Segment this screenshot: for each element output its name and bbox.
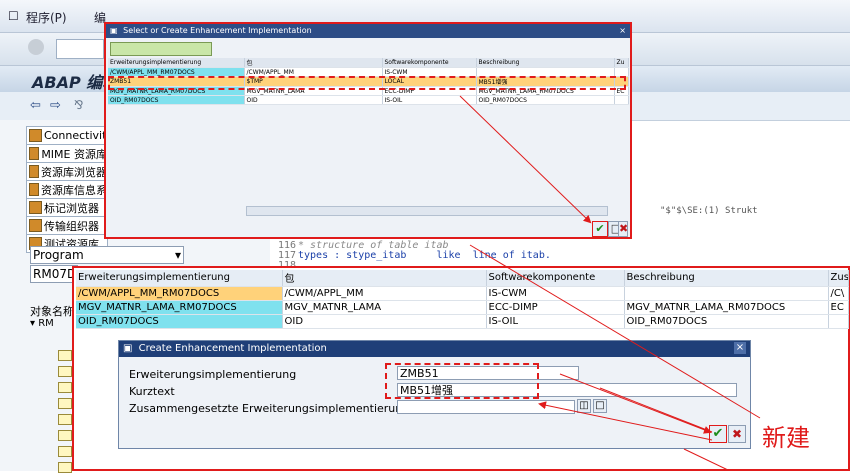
- repository-info-icon: [29, 183, 39, 196]
- column-header[interactable]: Erweiterungsimplementierung: [108, 58, 245, 68]
- folder-icon[interactable]: [58, 366, 72, 377]
- composite-input[interactable]: [397, 400, 575, 414]
- command-field[interactable]: [56, 39, 104, 59]
- tree-root[interactable]: ▾ RM: [30, 318, 54, 329]
- value-help-icon[interactable]: ◫: [577, 399, 591, 413]
- menu-program[interactable]: 程序(P): [26, 9, 67, 26]
- close-icon[interactable]: ×: [619, 24, 626, 38]
- annotation-label: 新建: [762, 424, 810, 452]
- new-document-icon[interactable]: □: [593, 399, 607, 413]
- object-name-input[interactable]: RM07DC: [30, 265, 78, 283]
- nav-repository-info[interactable]: 资源库信息系: [26, 180, 108, 199]
- dialog-icon: ▣: [123, 343, 133, 354]
- highlight-selected-row: [108, 76, 626, 90]
- table-row[interactable]: /CWM/APPL_MM_RM07DOCS /CWM/APPL_MM IS-CW…: [76, 286, 849, 301]
- confirm-button[interactable]: ✔: [592, 221, 608, 237]
- toolbar-icons[interactable]: [110, 42, 212, 56]
- composite-label: Zusammengesetzte Erweiterungsimplementie…: [129, 402, 410, 415]
- select-enhancement-dialog: ▣ Select or Create Enhancement Implement…: [104, 22, 632, 239]
- back-icon[interactable]: ⇦: [30, 98, 41, 113]
- enter-icon[interactable]: [28, 39, 44, 55]
- close-icon[interactable]: ×: [734, 342, 746, 354]
- tag-browser-icon: [29, 201, 42, 214]
- folder-icon[interactable]: [58, 462, 72, 473]
- chevron-down-icon: ▾: [174, 248, 181, 262]
- column-header[interactable]: Beschreibung: [476, 58, 615, 68]
- nav-mime[interactable]: MIME 资源库: [26, 144, 108, 163]
- folder-icon[interactable]: [58, 398, 72, 409]
- column-header[interactable]: Softwarekomponente: [486, 270, 625, 287]
- object-list-label: 对象名称: [30, 305, 74, 318]
- dialog-title: Select or Create Enhancement Implementat…: [123, 26, 312, 35]
- column-header[interactable]: 包: [282, 270, 487, 287]
- column-header[interactable]: 包: [244, 58, 383, 68]
- toggle-icon[interactable]: ⅋: [74, 98, 83, 112]
- column-header[interactable]: Softwarekomponente: [382, 58, 477, 68]
- dialog-icon: ▣: [110, 26, 118, 35]
- nav-tag-browser[interactable]: 标记浏览器: [26, 198, 108, 217]
- nav-transport-organizer[interactable]: 传输组织器: [26, 216, 108, 235]
- dialog-title: Create Enhancement Implementation: [138, 343, 327, 354]
- object-type-select[interactable]: Program ▾: [30, 246, 184, 264]
- table-row[interactable]: OID_RM07DOCS OID IS-OIL OID_RM07DOCS: [108, 95, 629, 105]
- dialog-titlebar: ▣ Select or Create Enhancement Implement…: [106, 24, 630, 38]
- horizontal-scrollbar[interactable]: [246, 206, 608, 216]
- code-line: types : stype_itab like line of itab.: [298, 250, 551, 261]
- table-row[interactable]: OID_RM07DOCS OID IS-OIL OID_RM07DOCS: [76, 314, 849, 329]
- folder-icon[interactable]: [58, 414, 72, 425]
- folder-icon[interactable]: [58, 382, 72, 393]
- column-header[interactable]: Beschreibung: [624, 270, 829, 287]
- short-text-label: Kurztext: [129, 385, 175, 398]
- table-row[interactable]: MGV_MATNR_LAMA_RM07DOCS MGV_MATNR_LAMA E…: [76, 300, 849, 315]
- connectivity-icon: [29, 129, 42, 142]
- enhancement-table: Erweiterungsimplementierung 包 Softwareko…: [76, 270, 849, 329]
- column-header[interactable]: Erweiterungsimplementierung: [76, 270, 283, 287]
- code-comment: "$"$\SE:(1) Strukt: [660, 206, 758, 216]
- nav-repository-browser[interactable]: 资源库浏览器: [26, 162, 108, 181]
- cancel-button[interactable]: ✖: [618, 221, 628, 237]
- highlight-input-fields: [385, 363, 539, 399]
- column-header[interactable]: Zu: [614, 58, 629, 68]
- folder-icon[interactable]: [58, 350, 72, 361]
- repository-browser-icon: [29, 165, 39, 178]
- folder-icon[interactable]: [58, 430, 72, 441]
- column-header[interactable]: Zus: [828, 270, 849, 287]
- transport-organizer-icon: [29, 219, 42, 232]
- sap-menu-icon[interactable]: ☐: [8, 9, 19, 23]
- cancel-button[interactable]: ✖: [728, 425, 746, 443]
- create-enhancement-dialog: ▣ Create Enhancement Implementation × Er…: [118, 340, 751, 449]
- mime-icon: [29, 147, 40, 160]
- dialog-titlebar: ▣ Create Enhancement Implementation ×: [119, 341, 750, 357]
- impl-label: Erweiterungsimplementierung: [129, 368, 297, 381]
- confirm-button[interactable]: ✔: [709, 425, 727, 443]
- folder-icon[interactable]: [58, 446, 72, 457]
- forward-icon[interactable]: ⇨: [50, 98, 61, 113]
